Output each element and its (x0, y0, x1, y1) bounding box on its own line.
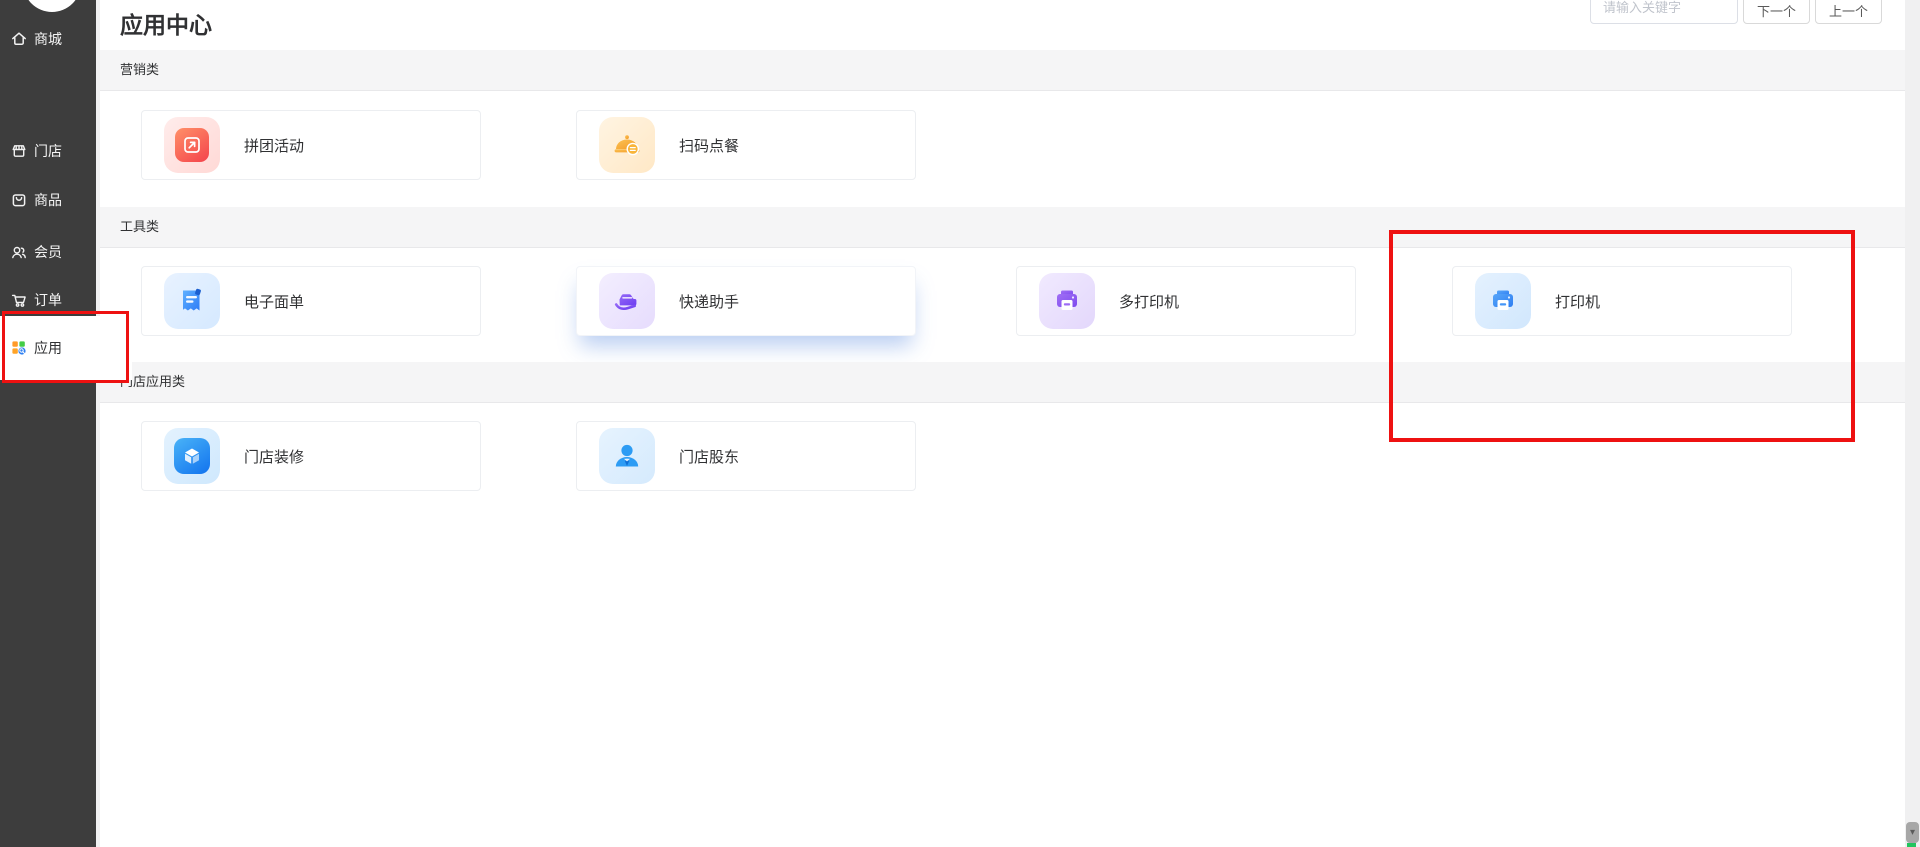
sidebar-item-label: 应用 (34, 340, 62, 356)
app-card-waybill[interactable]: 电子面单 (141, 266, 481, 336)
app-card-groupbuy[interactable]: 拼团活动 (141, 110, 481, 180)
app-name: 门店装修 (244, 448, 305, 466)
section-header-tools: 工具类 (100, 207, 1905, 248)
app-name: 快递助手 (679, 293, 740, 311)
app-card-multi-printer[interactable]: 多打印机 (1016, 266, 1356, 336)
app-name: 多打印机 (1119, 293, 1180, 311)
members-icon (12, 246, 26, 259)
app-center-page: 商城 门店 商品 会员 订单 应用 应用中心 请输入关键字 下一个 上一个 营销… (0, 0, 1920, 847)
sidebar-item-goods[interactable]: 商品 (0, 188, 96, 212)
search-input[interactable] (1590, 0, 1738, 24)
scrollbar-track[interactable] (1905, 0, 1920, 847)
prev-button[interactable]: 上一个 (1815, 0, 1882, 24)
app-name: 电子面单 (244, 293, 305, 311)
orders-icon (11, 294, 26, 307)
home-icon (12, 32, 26, 45)
sidebar-item-orders[interactable]: 订单 (0, 288, 96, 312)
app-card-store-shareholder[interactable]: 门店股东 (576, 421, 916, 491)
sidebar-item-label: 会员 (34, 244, 62, 260)
multi-printer-icon (1039, 273, 1095, 329)
apps-icon (12, 341, 26, 355)
main-content: 应用中心 下一个 上一个 营销类 拼团活动 (96, 0, 1920, 847)
sidebar-item-label: 商城 (34, 31, 62, 47)
section-header-marketing: 营销类 (100, 50, 1905, 91)
sidebar-item-label: 商品 (34, 192, 62, 208)
next-button[interactable]: 下一个 (1743, 0, 1810, 24)
store-shareholder-icon (599, 428, 655, 484)
selected-item-highlight (96, 316, 132, 380)
waybill-icon (164, 273, 220, 329)
store-icon (12, 145, 26, 157)
content-left-divider (96, 0, 100, 847)
scrollbar-bottom-indicator (1907, 843, 1916, 847)
page-title: 应用中心 (120, 12, 212, 38)
app-card-store-decor[interactable]: 门店装修 (141, 421, 481, 491)
scan-order-icon (599, 117, 655, 173)
section-header-store-apps: 门店应用类 (100, 362, 1905, 403)
app-name: 扫码点餐 (679, 137, 740, 155)
groupbuy-icon (164, 117, 220, 173)
app-card-scan-order[interactable]: 扫码点餐 (576, 110, 916, 180)
sidebar-item-mall[interactable]: 商城 (0, 27, 96, 51)
sidebar-item-label: 门店 (34, 143, 62, 159)
app-card-printer[interactable]: 打印机 (1452, 266, 1792, 336)
store-decor-icon (164, 428, 220, 484)
app-name: 门店股东 (679, 448, 740, 466)
sidebar-item-label: 订单 (34, 292, 62, 308)
sidebar-item-store[interactable]: 门店 (0, 139, 96, 163)
scrollbar-thumb[interactable]: ▾ (1906, 822, 1919, 843)
sidebar-item-apps[interactable]: 应用 (0, 316, 96, 380)
sidebar: 商城 门店 商品 会员 订单 应用 (0, 0, 96, 847)
express-helper-icon (599, 273, 655, 329)
printer-icon (1475, 273, 1531, 329)
goods-icon (12, 194, 26, 207)
app-name: 打印机 (1555, 293, 1601, 311)
app-card-express-helper[interactable]: 快递助手 (576, 266, 916, 336)
sidebar-item-members[interactable]: 会员 (0, 240, 96, 264)
avatar[interactable] (23, 0, 81, 12)
app-name: 拼团活动 (244, 137, 305, 155)
